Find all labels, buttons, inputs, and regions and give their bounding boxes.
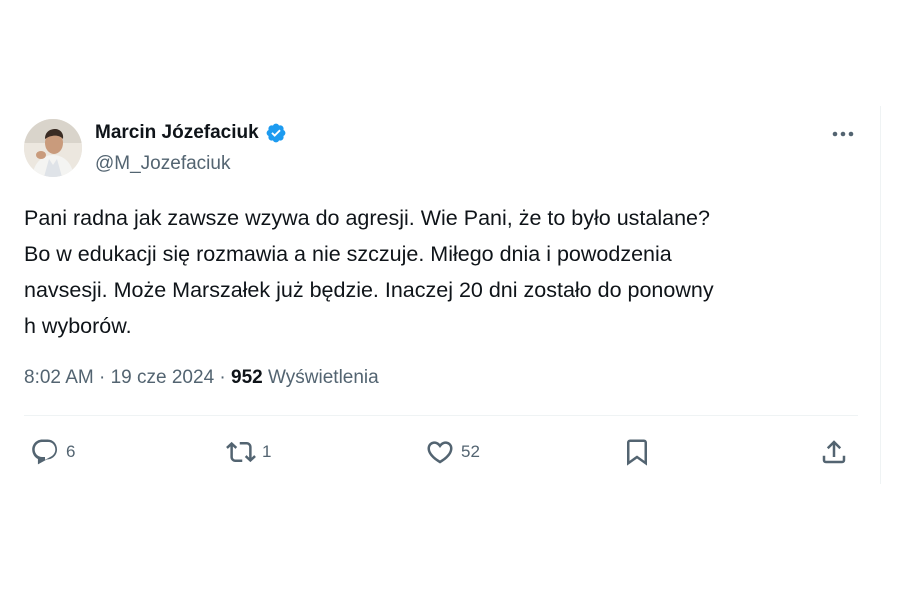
author-name-row[interactable]: Marcin Józefaciuk <box>95 121 287 145</box>
bookmark-button[interactable] <box>622 436 652 468</box>
card-right-border <box>880 106 881 484</box>
retweet-icon <box>226 441 256 463</box>
share-upload-icon <box>822 440 846 464</box>
reply-button[interactable]: 6 <box>30 436 75 468</box>
tweet-time[interactable]: 8:02 AM <box>24 367 94 388</box>
avatar[interactable] <box>24 119 82 177</box>
reply-bubble-icon <box>32 439 58 465</box>
like-count: 52 <box>461 442 480 461</box>
reply-count: 6 <box>66 442 76 461</box>
retweet-count: 1 <box>262 442 272 461</box>
avatar-photo <box>24 119 82 177</box>
tweet-date[interactable]: 19 cze 2024 <box>111 367 215 388</box>
retweet-button[interactable]: 1 <box>226 436 271 468</box>
more-dots-icon <box>832 131 854 137</box>
like-button[interactable]: 52 <box>425 436 480 468</box>
views-label: Wyświetlenia <box>268 367 379 388</box>
meta-separator: · <box>93 367 111 388</box>
share-button[interactable] <box>819 436 849 468</box>
author-handle[interactable]: @M_Jozefaciuk <box>95 152 230 176</box>
more-options-button[interactable] <box>826 120 860 148</box>
tweet-text: Pani radna jak zawsze wzywa do agresji. … <box>24 206 714 338</box>
bookmark-icon <box>627 439 647 466</box>
actions-divider <box>24 415 858 416</box>
author-name[interactable]: Marcin Józefaciuk <box>95 121 259 145</box>
tweet-meta: 8:02 AM · 19 cze 2024 · 952 Wyświetlenia <box>24 366 379 390</box>
heart-icon <box>427 441 453 464</box>
verified-badge-icon[interactable] <box>265 122 287 144</box>
meta-separator: · <box>214 367 232 388</box>
views-count: 952 <box>231 367 263 388</box>
